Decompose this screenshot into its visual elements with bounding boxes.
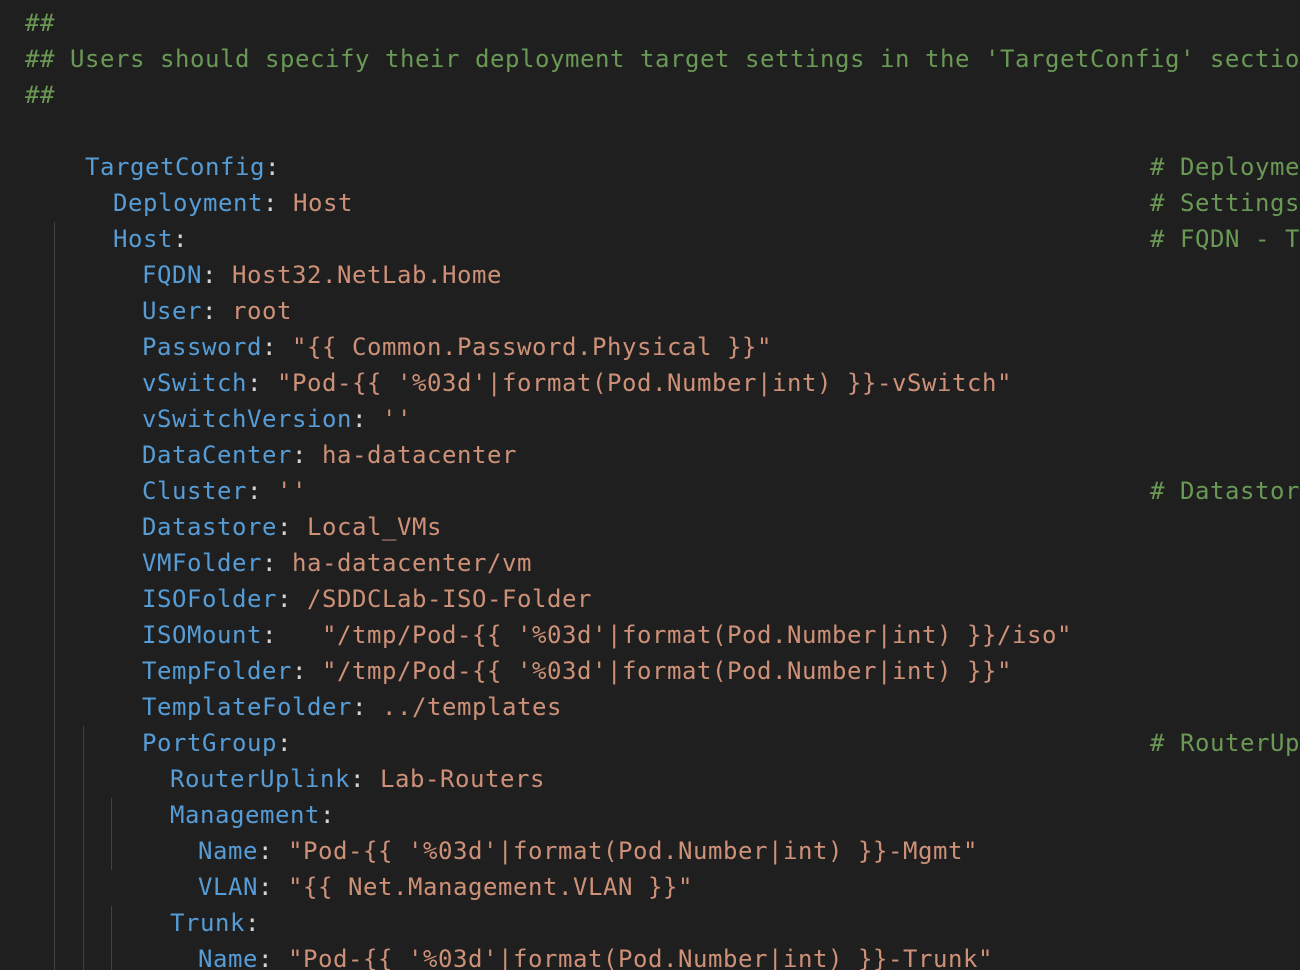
code-line-vswitch: vSwitch: "Pod-{{ '%03d'|format(Pod.Numbe…	[82, 329, 1012, 397]
code-line-vmfolder: VMFolder: ha-datacenter/vm	[82, 509, 532, 577]
yaml-value: ../templates	[382, 693, 562, 721]
code-line-deployment: Deployment: Host	[53, 149, 353, 217]
trailing-comment: # Deploymen	[1150, 153, 1300, 181]
indent-guide	[54, 222, 55, 970]
yaml-value: Lab-Routers	[380, 765, 545, 793]
code-line-fqdn: FQDN: Host32.NetLab.Home	[82, 221, 502, 289]
code-line-targetconfig: TargetConfig:	[25, 113, 280, 181]
yaml-value: Host	[293, 189, 353, 217]
code-line-templatefolder: TemplateFolder: ../templates	[82, 653, 562, 721]
comment-line: ## Users should specify their deployment…	[25, 45, 1300, 73]
code-line-management: Management:	[110, 761, 335, 829]
code-editor[interactable]: ## ## Users should specify their deploym…	[0, 0, 1300, 970]
yaml-separator: :	[350, 765, 380, 793]
code-line-vswitchversion: vSwitchVersion: ''	[82, 365, 412, 433]
trailing-comment: # Settings	[1150, 189, 1300, 217]
code-line-isomount: ISOMount: "/tmp/Pod-{{ '%03d'|format(Pod…	[82, 581, 1072, 649]
yaml-separator: :	[258, 873, 288, 901]
code-line-password: Password: "{{ Common.Password.Physical }…	[82, 293, 772, 361]
code-line-user: User: root	[82, 257, 292, 325]
code-line-isofolder: ISOFolder: /SDDCLab-ISO-Folder	[82, 545, 592, 613]
code-line-datastore: Datastore: Local_VMs	[82, 473, 442, 541]
yaml-value: "Pod-{{ '%03d'|format(Pod.Number|int) }}…	[288, 945, 993, 970]
trailing-comment: # FQDN - Th	[1150, 225, 1300, 253]
yaml-separator: :	[263, 189, 293, 217]
code-line-datacenter: DataCenter: ha-datacenter	[82, 401, 517, 469]
code-line-trunk: Trunk:	[110, 869, 260, 937]
code-line-cluster: Cluster: ''	[82, 437, 307, 505]
code-line-routeruplink: RouterUplink: Lab-Routers	[110, 725, 545, 793]
code-line-management-vlan: VLAN: "{{ Net.Management.VLAN }}"	[138, 833, 693, 901]
code-line-management-name: Name: "Pod-{{ '%03d'|format(Pod.Number|i…	[138, 797, 978, 865]
code-line-host: Host:	[53, 185, 188, 253]
trailing-comment: # RouterUpl	[1150, 729, 1300, 757]
code-line-portgroup: PortGroup:	[82, 689, 292, 757]
comment-line: ##	[25, 81, 55, 109]
code-line-trunk-vlan: VLAN: 4095	[138, 941, 348, 970]
comment-line: ##	[25, 9, 55, 37]
yaml-value: "{{ Net.Management.VLAN }}"	[288, 873, 693, 901]
yaml-separator: :	[352, 693, 382, 721]
yaml-value: ha-datacenter	[322, 441, 517, 469]
code-line-tempfolder: TempFolder: "/tmp/Pod-{{ '%03d'|format(P…	[82, 617, 1012, 685]
trailing-comment: # Datastore	[1150, 477, 1300, 505]
code-line-trunk-name: Name: "Pod-{{ '%03d'|format(Pod.Number|i…	[138, 905, 993, 970]
